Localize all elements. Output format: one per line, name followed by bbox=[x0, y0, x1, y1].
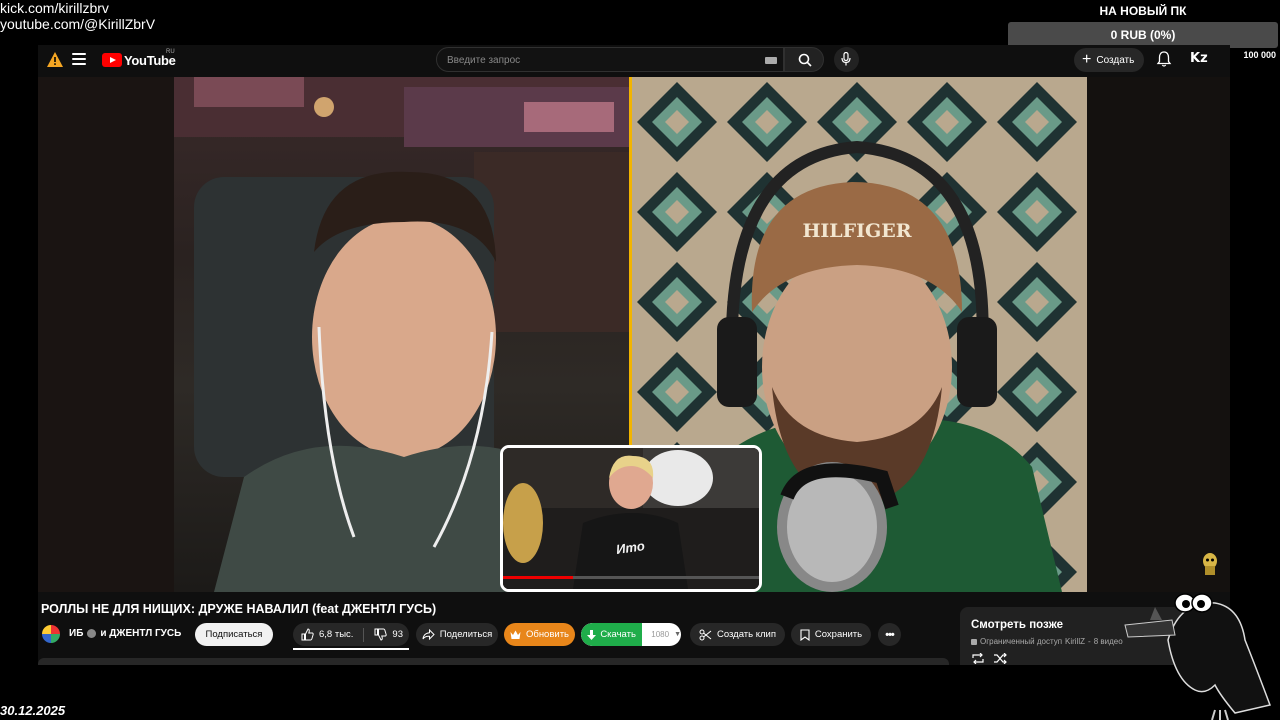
plus-icon: + bbox=[1082, 51, 1092, 68]
create-label: Создать bbox=[1096, 54, 1135, 66]
youtube-play-icon bbox=[102, 53, 122, 67]
update-label: Обновить bbox=[525, 629, 569, 640]
watch-later-access: Ограниченный доступ bbox=[980, 637, 1063, 646]
kick-link: kick.com/kirillzbrv bbox=[0, 0, 109, 16]
channel-names[interactable]: ИБ и ДЖЕНТЛ ГУСЬ bbox=[69, 628, 181, 639]
channel-name-secondary[interactable]: и ДЖЕНТЛ ГУСЬ bbox=[100, 628, 181, 639]
dislike-count[interactable]: 93 bbox=[392, 629, 403, 640]
goal-title: НА НОВЫЙ ПК bbox=[1099, 4, 1187, 18]
voice-search-button[interactable] bbox=[834, 47, 859, 72]
search-icon bbox=[798, 53, 812, 67]
video-pad-right bbox=[1087, 77, 1230, 592]
thumbs-up-icon[interactable] bbox=[301, 628, 314, 641]
like-underline bbox=[293, 648, 409, 650]
watch-later-title[interactable]: Смотреть позже bbox=[971, 619, 1063, 631]
download-arrow-icon bbox=[587, 629, 597, 640]
crown-icon bbox=[510, 630, 521, 639]
crow-mascot-icon bbox=[1124, 593, 1272, 720]
watch-later-meta: Ограниченный доступ KirillZ - 8 видео bbox=[971, 637, 1123, 646]
more-dots-icon: ••• bbox=[885, 628, 895, 641]
stream-links: kick.com/kirillzbrv youtube.com/@KirillZ… bbox=[0, 0, 155, 32]
watch-later-owner[interactable]: KirillZ bbox=[1065, 637, 1085, 646]
notifications-bell-icon[interactable] bbox=[1156, 51, 1172, 68]
small-emote-icon bbox=[1203, 553, 1217, 575]
subscribe-button[interactable]: Подписаться bbox=[195, 623, 273, 646]
like-dislike-group: 6,8 тыс. 93 bbox=[293, 623, 409, 646]
download-label: Скачать bbox=[600, 629, 636, 640]
channel-avatar[interactable] bbox=[42, 625, 60, 643]
search-button[interactable] bbox=[784, 47, 824, 72]
search-box bbox=[436, 47, 784, 72]
download-button[interactable]: Скачать 1080 ▼ bbox=[581, 623, 681, 646]
picture-in-picture-video[interactable]: Ито bbox=[500, 445, 762, 592]
bookmark-icon bbox=[800, 628, 810, 641]
playlist-controls bbox=[971, 653, 1007, 664]
date-overlay: 30.12.2025 bbox=[0, 703, 66, 718]
scissors-icon bbox=[699, 629, 712, 640]
share-label: Поделиться bbox=[439, 629, 493, 640]
youtube-link: youtube.com/@KirillZbrV bbox=[0, 16, 156, 32]
quality-select[interactable]: 1080 ▼ bbox=[647, 630, 681, 639]
microphone-icon bbox=[841, 52, 851, 66]
warning-icon[interactable] bbox=[47, 52, 63, 67]
lock-icon bbox=[971, 638, 977, 645]
verified-icon bbox=[87, 629, 97, 638]
goal-max-label: 100 000 bbox=[1243, 50, 1276, 60]
search-input[interactable] bbox=[447, 53, 747, 67]
save-label: Сохранить bbox=[814, 629, 863, 640]
download-main[interactable]: Скачать bbox=[581, 623, 643, 646]
update-button[interactable]: Обновить bbox=[504, 623, 575, 646]
donation-goal: НА НОВЫЙ ПК 0 RUB (0%) bbox=[1008, 2, 1278, 48]
loop-icon[interactable] bbox=[971, 653, 985, 664]
share-icon bbox=[422, 629, 435, 640]
video-player[interactable]: HILFIGER Ито bbox=[38, 77, 1230, 592]
youtube-header: YouTube RU + Создать K bbox=[38, 45, 1230, 75]
more-actions-button[interactable]: ••• bbox=[878, 623, 901, 646]
cap-brand-text: HILFIGER bbox=[802, 220, 911, 242]
region-label: RU bbox=[166, 49, 175, 55]
watch-later-count: 8 видео bbox=[1093, 637, 1123, 646]
keyboard-icon[interactable] bbox=[765, 57, 777, 64]
meta-separator: - bbox=[1088, 637, 1091, 646]
like-separator bbox=[363, 627, 365, 642]
channel-name-primary[interactable]: ИБ bbox=[69, 628, 83, 639]
quality-value: 1080 bbox=[651, 630, 670, 639]
create-clip-label: Создать клип bbox=[717, 629, 776, 640]
chevron-down-icon: ▼ bbox=[674, 631, 681, 638]
save-button[interactable]: Сохранить bbox=[791, 623, 871, 646]
hamburger-menu-icon[interactable] bbox=[72, 53, 86, 65]
create-clip-button[interactable]: Создать клип bbox=[690, 623, 785, 646]
create-button[interactable]: + Создать bbox=[1074, 48, 1144, 72]
like-count[interactable]: 6,8 тыс. bbox=[319, 629, 353, 640]
thumbs-down-icon[interactable] bbox=[374, 628, 388, 641]
youtube-window: YouTube RU + Создать K bbox=[38, 45, 1230, 665]
shuffle-icon[interactable] bbox=[993, 653, 1007, 664]
video-title: РОЛЛЫ НЕ ДЛЯ НИЩИХ: ДРУЖЕ НАВАЛИЛ (feat … bbox=[41, 602, 437, 616]
share-button[interactable]: Поделиться bbox=[416, 623, 498, 646]
description-panel[interactable] bbox=[38, 658, 949, 665]
account-avatar[interactable]: Kz bbox=[1190, 51, 1210, 69]
youtube-logo[interactable]: YouTube bbox=[102, 52, 176, 68]
video-pad-left bbox=[38, 77, 174, 592]
